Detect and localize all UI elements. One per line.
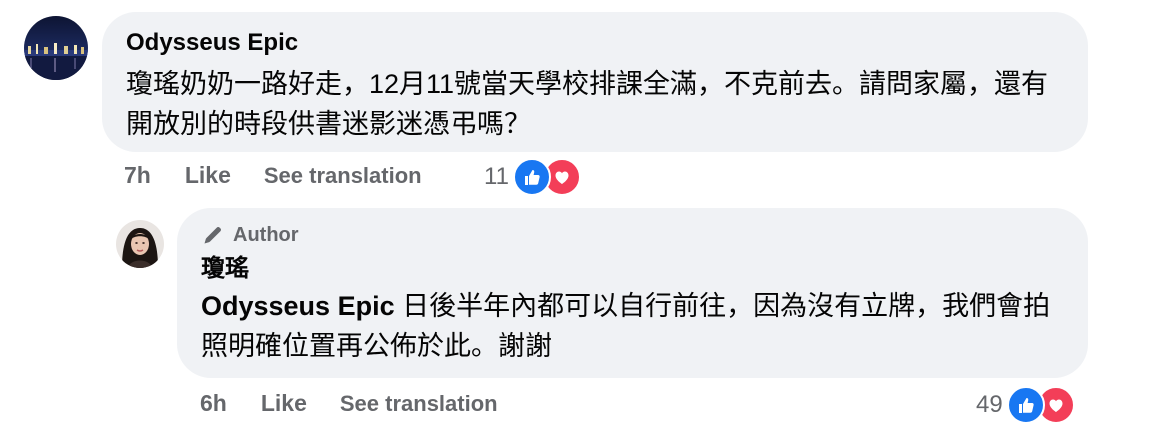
- mention-link[interactable]: Odysseus Epic: [201, 291, 395, 321]
- comment-author-name[interactable]: Odysseus Epic: [126, 28, 1064, 58]
- reply-text: Odysseus Epic 日後半年內都可以自行前往，因為沒有立牌，我們會拍照明…: [201, 286, 1063, 366]
- reply-reaction-summary[interactable]: 49: [976, 386, 1077, 424]
- reply-author-name[interactable]: 瓊瑤: [201, 254, 1064, 284]
- reply-see-translation-link[interactable]: See translation: [340, 391, 498, 417]
- like-button[interactable]: Like: [185, 162, 231, 189]
- pencil-icon: [204, 227, 221, 244]
- reply-timestamp[interactable]: 6h: [200, 390, 227, 417]
- like-reaction-icon: [1006, 386, 1045, 424]
- reaction-count: 11: [484, 163, 509, 190]
- comment-text: 瓊瑤奶奶一路好走，12月11號當天學校排課全滿，不克前去。請問家屬，還有開放別的…: [126, 69, 1049, 139]
- see-translation-link[interactable]: See translation: [264, 163, 422, 189]
- author-badge: Author: [201, 222, 1064, 248]
- reply-bubble: Author 瓊瑤 Odysseus Epic 日後半年內都可以自行前往，因為沒…: [177, 208, 1088, 378]
- reaction-summary[interactable]: 11: [484, 158, 583, 196]
- author-badge-label: Author: [233, 223, 299, 246]
- comment-actions: 7h Like See translation: [124, 162, 422, 189]
- reply-like-button[interactable]: Like: [261, 390, 307, 417]
- comment-timestamp[interactable]: 7h: [124, 162, 151, 189]
- reply-reaction-count: 49: [976, 391, 1003, 418]
- author-avatar[interactable]: [116, 220, 164, 268]
- commenter-avatar[interactable]: [24, 16, 88, 80]
- like-reaction-icon: [512, 158, 551, 196]
- comment-bubble: Odysseus Epic 瓊瑤奶奶一路好走，12月11號當天學校排課全滿，不克…: [102, 12, 1088, 152]
- reply-actions: 6h Like See translation: [200, 390, 498, 417]
